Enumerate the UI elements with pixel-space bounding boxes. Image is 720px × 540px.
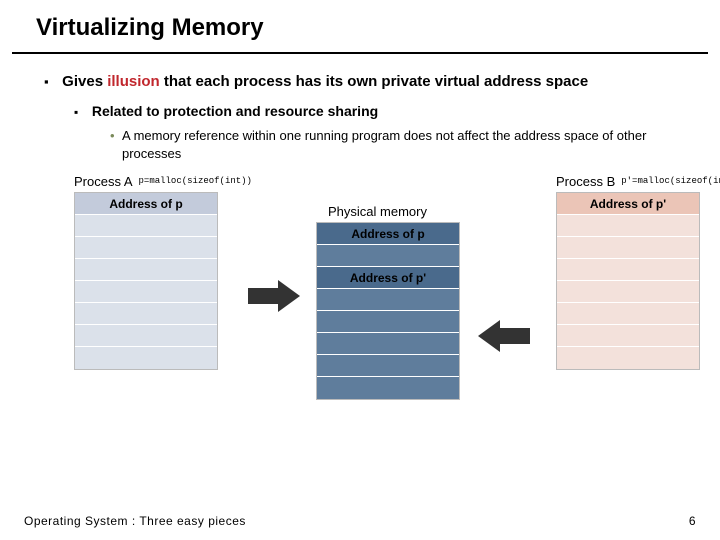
physical-memory-column: Address of p Address of p' [316,222,460,400]
bullet-3: A memory reference within one running pr… [110,127,686,162]
bullet-1-illusion: illusion [107,73,160,90]
process-a-cell [75,281,217,303]
footer-text: Operating System : Three easy pieces [24,514,246,528]
footer: Operating System : Three easy pieces 6 [24,514,696,528]
phys-cell [317,289,459,311]
process-b-label: Process B [556,174,615,189]
process-b-cell [557,281,699,303]
process-b-cell [557,237,699,259]
process-b-column: Process B p'=malloc(sizeof(int)) Address… [556,172,700,370]
bullet-2-text: Related to protection and resource shari… [92,103,378,119]
phys-cell [317,333,459,355]
phys-cell [317,311,459,333]
process-a-cell [75,325,217,347]
arrow-a-to-phys [248,280,300,312]
process-a-code: p=malloc(sizeof(int)) [139,176,252,186]
phys-addr-p: Address of p [317,223,459,245]
process-a-column: Process A p=malloc(sizeof(int)) Address … [74,172,218,370]
process-b-cell [557,303,699,325]
page-number: 6 [689,514,696,528]
phys-addr-pprime: Address of p' [317,267,459,289]
process-a-cell [75,215,217,237]
bullet-1-post: that each process has its own private vi… [160,73,589,90]
process-b-code: p'=malloc(sizeof(int)) [621,176,720,186]
memory-diagram: Process A p=malloc(sizeof(int)) Address … [44,172,686,422]
slide-title: Virtualizing Memory [12,0,708,54]
phys-cell [317,355,459,377]
process-b-cell [557,259,699,281]
bullet-1: Gives illusion that each process has its… [44,72,686,162]
process-a-cell [75,237,217,259]
bullet-2: Related to protection and resource shari… [74,102,686,162]
arrow-b-to-phys [478,320,530,352]
phys-cell [317,245,459,267]
process-b-cell [557,347,699,369]
process-b-cell [557,325,699,347]
process-a-addr: Address of p [75,193,217,215]
process-b-stack: Address of p' [556,192,700,370]
process-a-stack: Address of p [74,192,218,370]
phys-cell [317,377,459,399]
process-a-cell [75,303,217,325]
slide-content: Gives illusion that each process has its… [0,72,720,422]
process-a-cell [75,259,217,281]
physical-memory-stack: Address of p Address of p' [316,222,460,400]
physical-memory-label: Physical memory [328,204,427,219]
process-b-cell [557,215,699,237]
process-b-addr: Address of p' [557,193,699,215]
process-a-label: Process A [74,174,133,189]
process-a-cell [75,347,217,369]
bullet-1-pre: Gives [62,73,107,90]
